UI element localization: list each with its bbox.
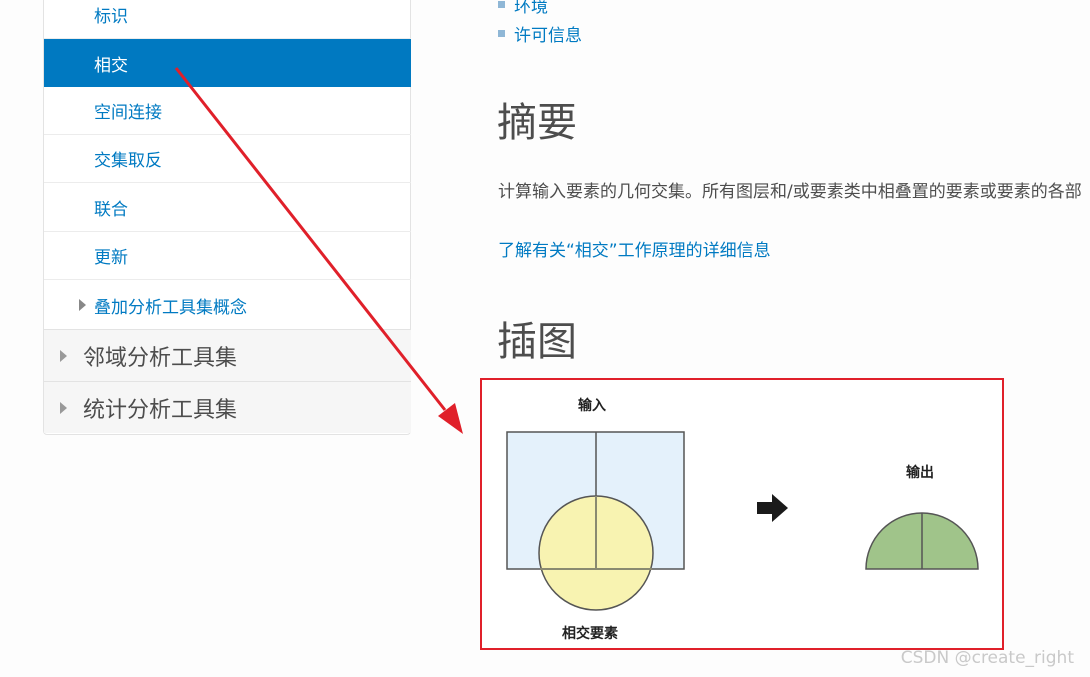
sidebar-group-statistics[interactable]: 统计分析工具集	[44, 381, 411, 433]
sidebar-item-spatial-join[interactable]: 空间连接	[44, 87, 411, 135]
sidebar-item-label: 联合	[94, 200, 128, 220]
expand-triangle-icon[interactable]	[60, 349, 67, 362]
toc-item-environments[interactable]: 环境	[498, 0, 548, 17]
toc-item-label: 环境	[514, 0, 548, 17]
summary-heading: 摘要	[497, 100, 577, 146]
summary-text: 计算输入要素的几何交集。所有图层和/或要素类中相叠置的要素或要素的各部	[498, 182, 1082, 202]
sidebar-item-label: 空间连接	[94, 103, 162, 123]
intersect-illustration	[506, 431, 979, 611]
sidebar-group-proximity[interactable]: 邻域分析工具集	[44, 329, 411, 381]
arrow-right-icon	[757, 494, 788, 522]
expand-triangle-icon[interactable]	[60, 401, 67, 414]
expand-triangle-icon[interactable]	[79, 299, 86, 311]
sidebar-item-update[interactable]: 更新	[44, 232, 411, 280]
sidebar-group-label: 统计分析工具集	[83, 397, 238, 423]
watermark: CSDN @create_right	[900, 648, 1074, 668]
input-label: 输入	[578, 398, 606, 414]
bullet-square-icon	[498, 30, 505, 37]
bullet-square-icon	[498, 1, 505, 8]
illustration-heading: 插图	[497, 319, 577, 365]
sidebar-item-label: 交集取反	[94, 151, 162, 171]
sidebar-item-label: 叠加分析工具集概念	[94, 297, 247, 318]
sidebar-group-label: 邻域分析工具集	[83, 345, 238, 371]
sidebar-nav: 标识 相交 空间连接 交集取反 联合 更新 叠加分析工具集概念 邻域分析工具集 …	[43, 0, 411, 435]
illustration-highlight-box: 输入 相交要素 输出	[480, 378, 1004, 650]
sidebar-item-intersect[interactable]: 相交	[44, 39, 411, 87]
toc-item-label: 许可信息	[514, 26, 582, 46]
learn-more-link[interactable]: 了解有关“相交”工作原理的详细信息	[498, 236, 771, 261]
output-label: 输出	[906, 465, 934, 481]
sidebar-item-label: 标识	[94, 7, 128, 27]
sidebar-item-symmetrical-difference[interactable]: 交集取反	[44, 135, 411, 183]
sidebar-item-label: 相交	[94, 55, 128, 76]
sidebar-item-label: 更新	[94, 248, 128, 268]
toc-item-licensing[interactable]: 许可信息	[498, 21, 582, 46]
sidebar-item-identity[interactable]: 标识	[44, 0, 411, 39]
sidebar-item-union[interactable]: 联合	[44, 184, 411, 232]
intersect-feature-label: 相交要素	[562, 626, 618, 642]
sidebar-item-overlay-concepts[interactable]: 叠加分析工具集概念	[44, 281, 411, 329]
